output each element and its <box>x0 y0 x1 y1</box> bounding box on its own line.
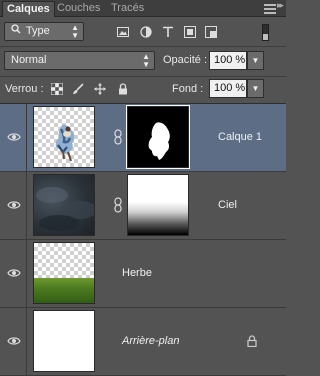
layer-name[interactable]: Calque 1 <box>218 131 262 143</box>
layer-lock-icon <box>247 335 257 347</box>
toggle-knob <box>263 34 268 40</box>
panel-tab-bar: Calques Couches Tracés ▸▸ <box>0 0 286 17</box>
divider <box>0 46 286 47</box>
layer-name[interactable]: Arrière-plan <box>122 335 179 347</box>
layer-mask-thumbnail[interactable] <box>127 174 189 236</box>
opacity-label: Opacité : <box>163 54 208 66</box>
search-icon <box>11 23 23 40</box>
filter-toggle[interactable] <box>262 24 269 41</box>
visibility-toggle[interactable] <box>0 172 27 239</box>
eye-icon <box>7 133 21 141</box>
layer-thumbnail[interactable] <box>33 174 95 236</box>
layer-row-calque-1[interactable]: Calque 1 <box>0 104 286 172</box>
image-filter-icon[interactable] <box>117 26 129 38</box>
layer-thumbnail[interactable] <box>33 242 95 304</box>
layer-mask-thumbnail[interactable] <box>126 105 190 169</box>
mask-link-icon[interactable] <box>114 197 122 213</box>
mask-link-icon[interactable] <box>114 129 122 145</box>
lock-row: Verrou : Fond : 100 % ▼ <box>0 78 286 100</box>
eye-icon <box>7 269 21 277</box>
blend-mode-select[interactable]: Normal ▲ ▼ <box>4 51 155 70</box>
fill-input[interactable]: 100 % <box>209 79 247 98</box>
layer-row-arriere-plan[interactable]: Arrière-plan <box>0 308 286 376</box>
shape-filter-icon[interactable] <box>184 26 196 38</box>
tab-traces[interactable]: Tracés <box>107 1 148 17</box>
adjustment-filter-icon[interactable] <box>140 26 152 38</box>
select-arrows-icon: ▲ ▼ <box>71 23 79 40</box>
blend-row: Normal ▲ ▼ Opacité : 100 % ▼ <box>0 48 286 74</box>
divider <box>0 76 286 77</box>
fill-dropdown-button[interactable]: ▼ <box>247 79 264 98</box>
opacity-input[interactable]: 100 % <box>209 51 247 70</box>
smart-object-filter-icon[interactable] <box>205 26 217 38</box>
eye-icon <box>7 201 21 209</box>
filter-kind-value: Type <box>25 25 50 37</box>
layers-list: Calque 1 Ciel Herbe Arrière-plan <box>0 104 286 376</box>
layer-filter-row: Type ▲ ▼ <box>0 4 286 45</box>
collapse-icon[interactable]: ▸▸ <box>277 0 284 11</box>
lock-pixels-brush-icon[interactable] <box>72 83 84 95</box>
layer-name[interactable]: Herbe <box>122 267 152 279</box>
panel-menu-icon[interactable] <box>264 4 276 14</box>
layer-row-ciel[interactable]: Ciel <box>0 172 286 240</box>
lock-position-move-icon[interactable] <box>94 83 106 95</box>
layer-thumbnail[interactable] <box>33 106 95 168</box>
layer-name[interactable]: Ciel <box>218 199 237 211</box>
filter-kind-select[interactable]: Type ▲ ▼ <box>4 22 84 41</box>
text-filter-icon[interactable] <box>162 26 174 38</box>
layer-thumbnail[interactable] <box>33 310 95 372</box>
fill-label: Fond : <box>172 83 204 95</box>
blend-mode-value: Normal <box>11 54 47 66</box>
lock-transparency-icon[interactable] <box>51 83 63 95</box>
grass-image <box>34 278 94 303</box>
opacity-dropdown-button[interactable]: ▼ <box>247 51 264 70</box>
tab-calques[interactable]: Calques <box>2 1 55 17</box>
lock-label: Verrou : <box>5 83 44 95</box>
layer-row-herbe[interactable]: Herbe <box>0 240 286 308</box>
visibility-toggle[interactable] <box>0 308 27 375</box>
lock-all-icon[interactable] <box>117 83 129 95</box>
tab-couches[interactable]: Couches <box>53 1 104 17</box>
select-arrows-icon: ▲ ▼ <box>142 52 150 69</box>
eye-icon <box>7 337 21 345</box>
visibility-toggle[interactable] <box>0 104 27 171</box>
visibility-toggle[interactable] <box>0 240 27 307</box>
